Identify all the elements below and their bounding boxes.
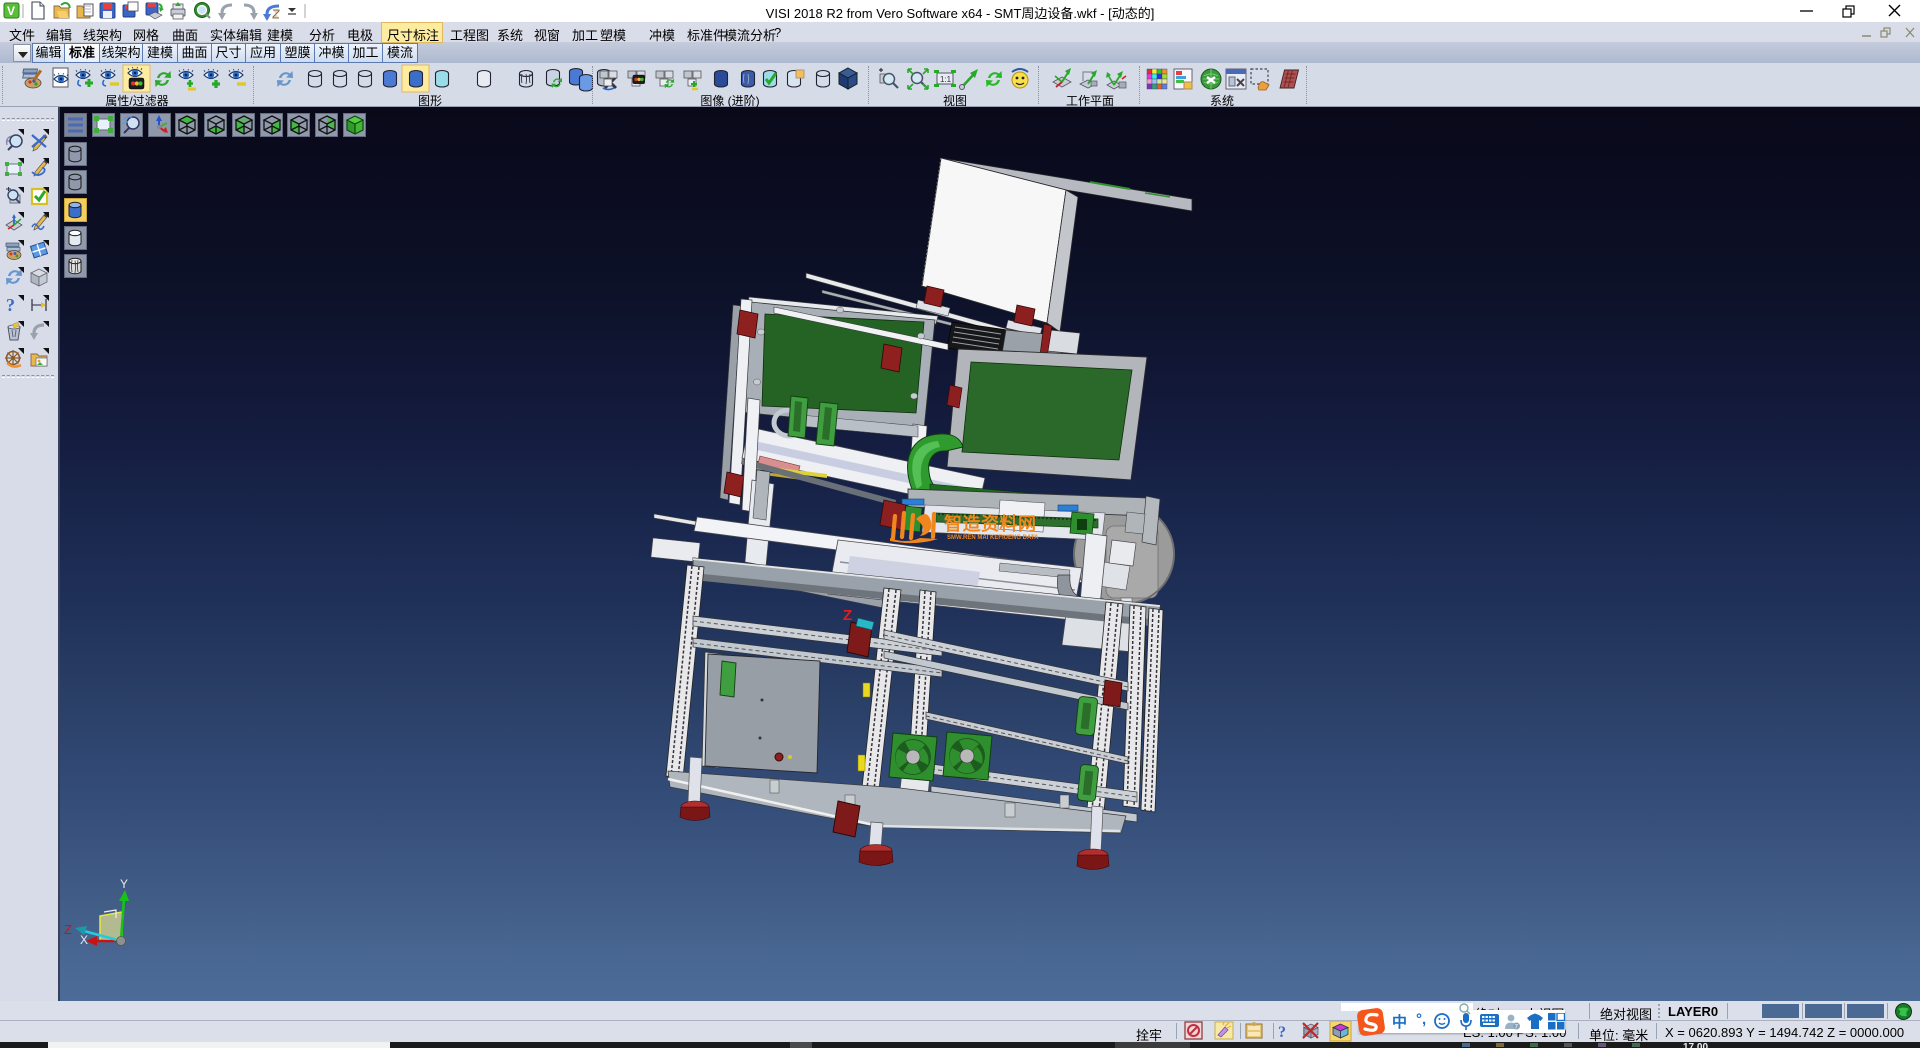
svg-text:Y: Y (120, 877, 128, 891)
svg-text:智造资料网: 智造资料网 (944, 513, 1037, 534)
svg-text:SMW.REN MAI KEFIUENG DATA: SMW.REN MAI KEFIUENG DATA (947, 535, 1039, 541)
svg-text:?: ? (1278, 1024, 1286, 1041)
svg-text:Z: Z (843, 607, 852, 624)
svg-text:Z: Z (64, 922, 72, 937)
svg-text:1:1: 1:1 (940, 75, 952, 84)
svg-text:?: ? (6, 295, 15, 315)
svg-text:X: X (80, 933, 88, 947)
